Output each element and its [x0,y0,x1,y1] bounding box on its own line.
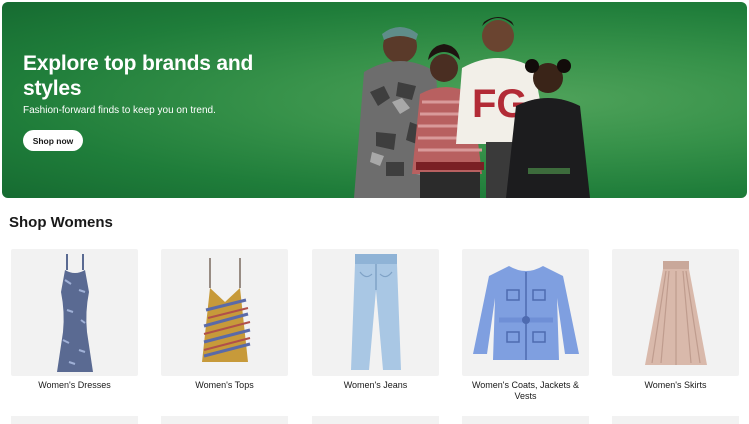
category-label[interactable]: Women's Coats, Jackets & Vests [462,380,589,402]
coat-icon [472,266,579,360]
hero-models-image: FG [354,17,590,198]
category-card-tops[interactable]: Women's Tops [161,249,288,391]
category-card-placeholder[interactable] [161,416,288,424]
category-image[interactable] [11,249,138,376]
category-image[interactable] [612,249,739,376]
category-image[interactable] [312,249,439,376]
top-icon [201,258,250,362]
category-card-skirts[interactable]: Women's Skirts [612,249,739,391]
category-label[interactable]: Women's Skirts [612,380,739,391]
hero-subtitle: Fashion-forward finds to keep you on tre… [23,105,216,116]
category-card-placeholder[interactable] [312,416,439,424]
hero-title: Explore top brands and styles [23,52,254,100]
category-card-dresses[interactable]: Women's Dresses [11,249,138,391]
shop-now-button[interactable]: Shop now [23,130,83,151]
category-card-placeholder[interactable] [11,416,138,424]
skirt-icon [644,260,707,365]
category-card-coats[interactable]: Women's Coats, Jackets & Vests [462,249,589,402]
section-title: Shop Womens [9,214,113,231]
category-card-placeholder[interactable] [462,416,589,424]
category-label[interactable]: Women's Jeans [312,380,439,391]
dress-icon [56,254,93,372]
category-card-jeans[interactable]: Women's Jeans [312,249,439,391]
category-image[interactable] [462,249,589,376]
category-label[interactable]: Women's Dresses [11,380,138,391]
category-card-placeholder[interactable] [612,416,739,424]
category-label[interactable]: Women's Tops [161,380,288,391]
jeans-icon [350,254,401,370]
category-image[interactable] [161,249,288,376]
hero-banner[interactable]: Explore top brands and styles Fashion-fo… [2,2,747,198]
